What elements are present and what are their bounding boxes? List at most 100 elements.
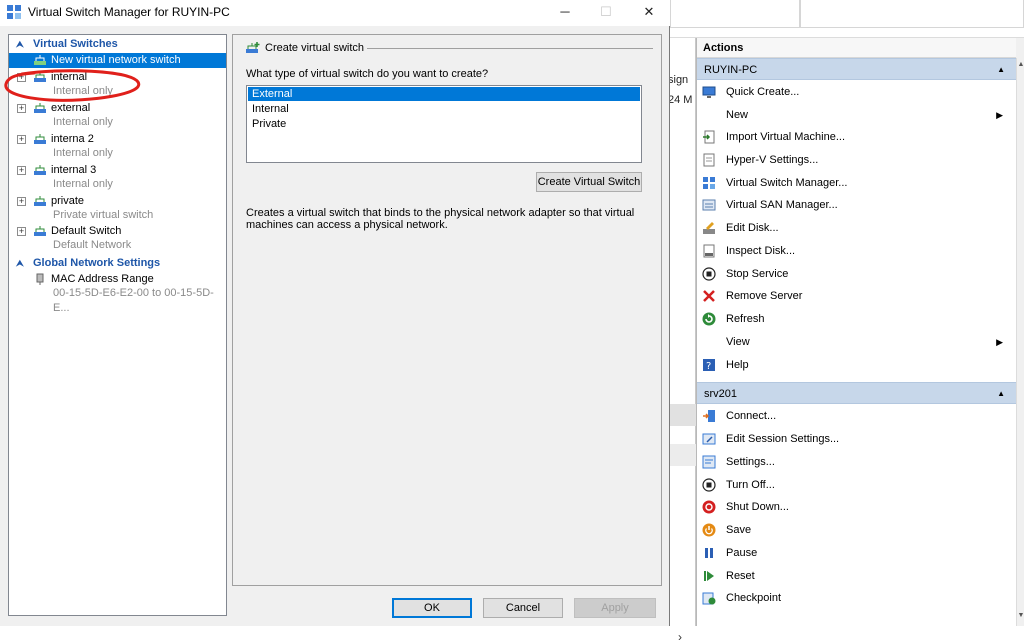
cut-text: sign xyxy=(668,74,689,86)
action-quick-create[interactable]: Quick Create... xyxy=(697,81,1017,103)
action-shut-down[interactable]: Shut Down... xyxy=(697,496,1017,518)
action-checkpoint[interactable]: Checkpoint xyxy=(697,587,1017,609)
close-button[interactable]: ✕ xyxy=(629,0,669,26)
actions-pane: Actions RUYIN-PC ▲ Quick Create... New ▶… xyxy=(696,38,1017,626)
san-manager-icon xyxy=(702,199,716,211)
option-private[interactable]: Private xyxy=(248,117,640,131)
action-connect[interactable]: Connect... xyxy=(697,405,1017,427)
switch-type-list[interactable]: External Internal Private xyxy=(246,85,642,163)
stop-icon xyxy=(702,267,716,281)
network-switch-icon xyxy=(34,165,46,175)
collapse-up-icon[interactable]: ▲ xyxy=(997,59,1005,81)
section-header-vm[interactable]: srv201 ▲ xyxy=(697,382,1017,404)
tree-item-mac-range[interactable]: MAC Address Range xyxy=(9,272,226,287)
collapse-up-icon[interactable]: ▲ xyxy=(997,383,1005,405)
action-help[interactable]: ? Help xyxy=(697,354,1017,376)
action-label: Virtual Switch Manager... xyxy=(726,177,848,189)
action-import-vm[interactable]: Import Virtual Machine... xyxy=(697,126,1017,148)
minimize-button[interactable]: ─ xyxy=(545,0,585,26)
action-save[interactable]: Save xyxy=(697,519,1017,541)
action-edit-disk[interactable]: Edit Disk... xyxy=(697,217,1017,239)
tree-item-switch[interactable]: + external xyxy=(9,101,226,116)
expand-plus-icon[interactable]: + xyxy=(17,104,26,113)
apply-button[interactable]: Apply xyxy=(574,598,656,618)
action-label: Edit Disk... xyxy=(726,222,779,234)
expand-plus-icon[interactable]: + xyxy=(17,197,26,206)
help-icon: ? xyxy=(703,359,715,372)
switch-name: internal xyxy=(51,71,88,83)
action-settings[interactable]: Settings... xyxy=(697,451,1017,473)
category-global-network-settings[interactable]: ⮝ Global Network Settings xyxy=(9,255,226,271)
tree-item-switch[interactable]: + interna 2 xyxy=(9,132,226,147)
session-settings-icon xyxy=(702,433,716,445)
ok-button[interactable]: OK xyxy=(392,598,472,618)
section-label: srv201 xyxy=(704,388,738,400)
action-stop-service[interactable]: Stop Service xyxy=(697,263,1017,285)
switch-type-description: Creates a virtual switch that binds to t… xyxy=(246,207,635,231)
create-virtual-switch-button[interactable]: Create Virtual Switch xyxy=(536,172,642,192)
tree-item-switch[interactable]: + private xyxy=(9,194,226,209)
maximize-button[interactable]: ☐ xyxy=(586,0,626,26)
switch-type: Default Network xyxy=(53,239,132,251)
action-label: Inspect Disk... xyxy=(726,245,796,257)
collapse-caret-icon[interactable]: ⮝ xyxy=(16,36,24,52)
tree-item-switch[interactable]: + internal 3 xyxy=(9,163,226,178)
action-label: Remove Server xyxy=(726,290,803,302)
expand-plus-icon[interactable]: + xyxy=(17,227,26,236)
expand-plus-icon[interactable]: + xyxy=(17,73,26,82)
category-virtual-switches[interactable]: ⮝ Virtual Switches xyxy=(9,36,226,52)
top-field xyxy=(670,0,800,28)
action-inspect-disk[interactable]: Inspect Disk... xyxy=(697,240,1017,262)
mac-range-value: 00-15-5D-E6-E2-00 to 00-15-5D-E... xyxy=(53,287,214,314)
expand-plus-icon[interactable]: + xyxy=(17,166,26,175)
category-label: Global Network Settings xyxy=(33,257,161,269)
option-internal[interactable]: Internal xyxy=(248,102,640,116)
switch-type: Internal only xyxy=(53,116,113,128)
action-view[interactable]: View ▶ xyxy=(697,331,1017,353)
collapse-caret-icon[interactable]: ⮝ xyxy=(16,255,24,271)
reset-icon xyxy=(704,571,714,581)
actions-title: Actions xyxy=(697,38,1016,58)
scroll-down-icon[interactable]: ▼ xyxy=(1017,612,1024,619)
action-virtual-switch-manager[interactable]: Virtual Switch Manager... xyxy=(697,172,1017,194)
switch-type: Internal only xyxy=(53,147,113,159)
network-switch-icon xyxy=(34,134,46,144)
action-reset[interactable]: Reset xyxy=(697,565,1017,587)
action-label: Turn Off... xyxy=(726,479,775,491)
vm-settings-icon xyxy=(702,455,716,469)
window-title: Virtual Switch Manager for RUYIN-PC xyxy=(28,5,230,19)
action-pause[interactable]: Pause xyxy=(697,542,1017,564)
create-switch-icon xyxy=(246,42,260,53)
action-label: Refresh xyxy=(726,313,765,325)
checkpoint-icon xyxy=(702,592,716,605)
switch-tree-pane: ⮝ Virtual Switches New virtual network s… xyxy=(8,34,227,616)
section-header-host[interactable]: RUYIN-PC ▲ xyxy=(697,58,1017,80)
network-switch-icon xyxy=(34,103,46,113)
submenu-arrow-icon: ▶ xyxy=(996,110,1003,120)
action-turn-off[interactable]: Turn Off... xyxy=(697,474,1017,496)
actions-scrollbar[interactable]: ▲ ▼ xyxy=(1016,58,1024,626)
chevron-right-icon[interactable]: › xyxy=(678,630,682,644)
action-label: Help xyxy=(726,359,749,371)
action-remove-server[interactable]: Remove Server xyxy=(697,285,1017,307)
action-label: Connect... xyxy=(726,410,777,422)
option-external[interactable]: External xyxy=(248,87,640,101)
action-label: Pause xyxy=(726,547,758,559)
tree-item-switch[interactable]: + internal xyxy=(9,70,226,85)
action-new[interactable]: New ▶ xyxy=(697,104,1017,126)
scroll-up-icon[interactable]: ▲ xyxy=(1017,61,1024,68)
inspect-disk-icon xyxy=(703,244,715,258)
action-label: Import Virtual Machine... xyxy=(726,131,846,143)
action-hyperv-settings[interactable]: Hyper-V Settings... xyxy=(697,149,1017,171)
action-refresh[interactable]: Refresh xyxy=(697,308,1017,330)
action-virtual-san-manager[interactable]: Virtual SAN Manager... xyxy=(697,194,1017,216)
import-icon xyxy=(703,130,715,144)
cancel-button[interactable]: Cancel xyxy=(483,598,563,618)
tree-item-label: MAC Address Range xyxy=(51,273,154,285)
expand-plus-icon[interactable]: + xyxy=(17,135,26,144)
tree-item-switch[interactable]: + Default Switch xyxy=(9,224,226,239)
tree-item-new-switch[interactable]: New virtual network switch xyxy=(9,53,226,68)
switch-type-question: What type of virtual switch do you want … xyxy=(246,68,489,80)
switch-type: Internal only xyxy=(53,178,113,190)
action-edit-session-settings[interactable]: Edit Session Settings... xyxy=(697,428,1017,450)
